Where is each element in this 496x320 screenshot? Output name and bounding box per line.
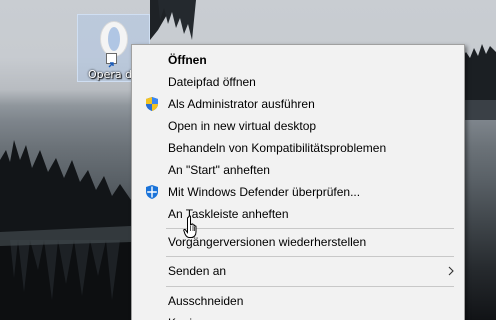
menu-item-label: Behandeln von Kompatibilitätsproblemen: [168, 141, 387, 155]
menu-item-run-as-admin[interactable]: Als Administrator ausführen: [134, 93, 462, 115]
context-menu: Öffnen Dateipfad öffnen Als Administrato…: [131, 44, 465, 320]
menu-item-cut[interactable]: Ausschneiden: [134, 290, 462, 312]
shortcut-arrow-icon: [106, 53, 117, 68]
menu-item-label: Ausschneiden: [168, 294, 244, 308]
desktop-icon-label: Opera d: [88, 68, 133, 81]
menu-separator: [166, 228, 454, 229]
menu-item-copy[interactable]: Kopieren: [134, 312, 462, 320]
menu-separator: [166, 286, 454, 287]
desktop: Opera d Öffnen Dateipfad öffnen Als Admi…: [0, 0, 496, 320]
menu-item-open[interactable]: Öffnen: [134, 49, 462, 71]
menu-item-pin-to-start[interactable]: An "Start" anheften: [134, 159, 462, 181]
menu-item-open-virtual-desktop[interactable]: Open in new virtual desktop: [134, 115, 462, 137]
menu-item-label: Mit Windows Defender überprüfen...: [168, 185, 361, 199]
menu-item-scan-with-defender[interactable]: Mit Windows Defender überprüfen...: [134, 181, 462, 203]
chevron-right-icon: [448, 266, 454, 276]
menu-item-label: Senden an: [168, 264, 227, 278]
menu-item-label: Öffnen: [168, 53, 207, 67]
menu-item-label: An "Start" anheften: [168, 163, 270, 177]
hand-pointer-cursor-icon: [183, 215, 197, 238]
uac-shield-icon: [146, 97, 158, 111]
menu-item-troubleshoot-compatibility[interactable]: Behandeln von Kompatibilitätsproblemen: [134, 137, 462, 159]
menu-item-label: Kopieren: [168, 312, 216, 320]
menu-item-label: Als Administrator ausführen: [168, 97, 315, 111]
menu-item-label: Dateipfad öffnen: [168, 75, 256, 89]
menu-item-send-to[interactable]: Senden an: [134, 260, 462, 282]
menu-item-label: Open in new virtual desktop: [168, 119, 317, 133]
menu-separator: [166, 256, 454, 257]
menu-item-open-file-location[interactable]: Dateipfad öffnen: [134, 71, 462, 93]
windows-defender-icon: [146, 185, 158, 199]
